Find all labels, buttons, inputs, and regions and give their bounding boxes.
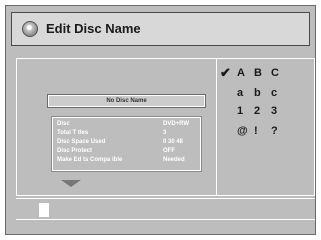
info-value: OFF — [163, 148, 175, 154]
char-key[interactable]: @ — [237, 125, 254, 137]
info-label: Total T tles — [57, 130, 89, 136]
char-key[interactable]: A — [237, 67, 254, 79]
info-value: DVD+RW — [163, 121, 190, 127]
disc-icon — [22, 21, 38, 37]
char-key[interactable]: ! — [254, 125, 271, 137]
text-cursor — [39, 203, 49, 217]
page-title: Edit Disc Name — [46, 21, 141, 36]
info-row-total-titles: Total T tles 3 — [57, 129, 196, 138]
info-value: 3 — [163, 130, 167, 136]
info-label: Disc — [57, 121, 70, 127]
title-bar: Edit Disc Name — [11, 12, 310, 46]
info-label: Make Ed ts Compa ible — [57, 157, 123, 163]
info-value: 0 30 48 — [163, 139, 184, 145]
info-row-disc: Disc DVD+RW — [57, 120, 196, 129]
char-key[interactable]: ? — [271, 125, 288, 137]
disc-info-panel: Disc DVD+RW Total T tles 3 Disc Space Us… — [51, 116, 202, 172]
char-key[interactable]: 3 — [271, 105, 288, 117]
scroll-down-arrow-icon[interactable] — [61, 180, 81, 187]
char-key[interactable]: C — [271, 67, 288, 79]
info-value: Needed — [163, 157, 185, 163]
info-row-disc-space-used: Disc Space Used 0 30 48 — [57, 138, 196, 147]
char-key[interactable]: 2 — [254, 105, 271, 117]
info-label: Disc Protect — [57, 148, 93, 154]
charset-symbols[interactable]: @!? — [237, 125, 288, 137]
edit-disc-name-screen: Edit Disc Name No Disc Name Disc DVD+RW … — [5, 5, 316, 235]
name-input-bar[interactable] — [16, 198, 315, 220]
char-key[interactable]: c — [271, 87, 288, 99]
panel-divider — [216, 59, 217, 195]
info-row-make-edits-compatible: Make Ed ts Compa ible Needed — [57, 156, 196, 165]
char-key[interactable]: a — [237, 87, 254, 99]
charset-numbers[interactable]: 123 — [237, 105, 288, 117]
main-panel: No Disc Name Disc DVD+RW Total T tles 3 … — [16, 58, 315, 196]
disc-name-field[interactable]: No Disc Name — [47, 94, 206, 108]
charset-uppercase[interactable]: ABC — [237, 67, 288, 79]
char-key[interactable]: B — [254, 67, 271, 79]
info-label: Disc Space Used — [57, 139, 106, 145]
char-key[interactable]: 1 — [237, 105, 254, 117]
charset-lowercase[interactable]: abc — [237, 87, 288, 99]
char-key[interactable]: b — [254, 87, 271, 99]
info-row-disc-protect: Disc Protect OFF — [57, 147, 196, 156]
checkmark-icon: ✔ — [220, 65, 231, 80]
